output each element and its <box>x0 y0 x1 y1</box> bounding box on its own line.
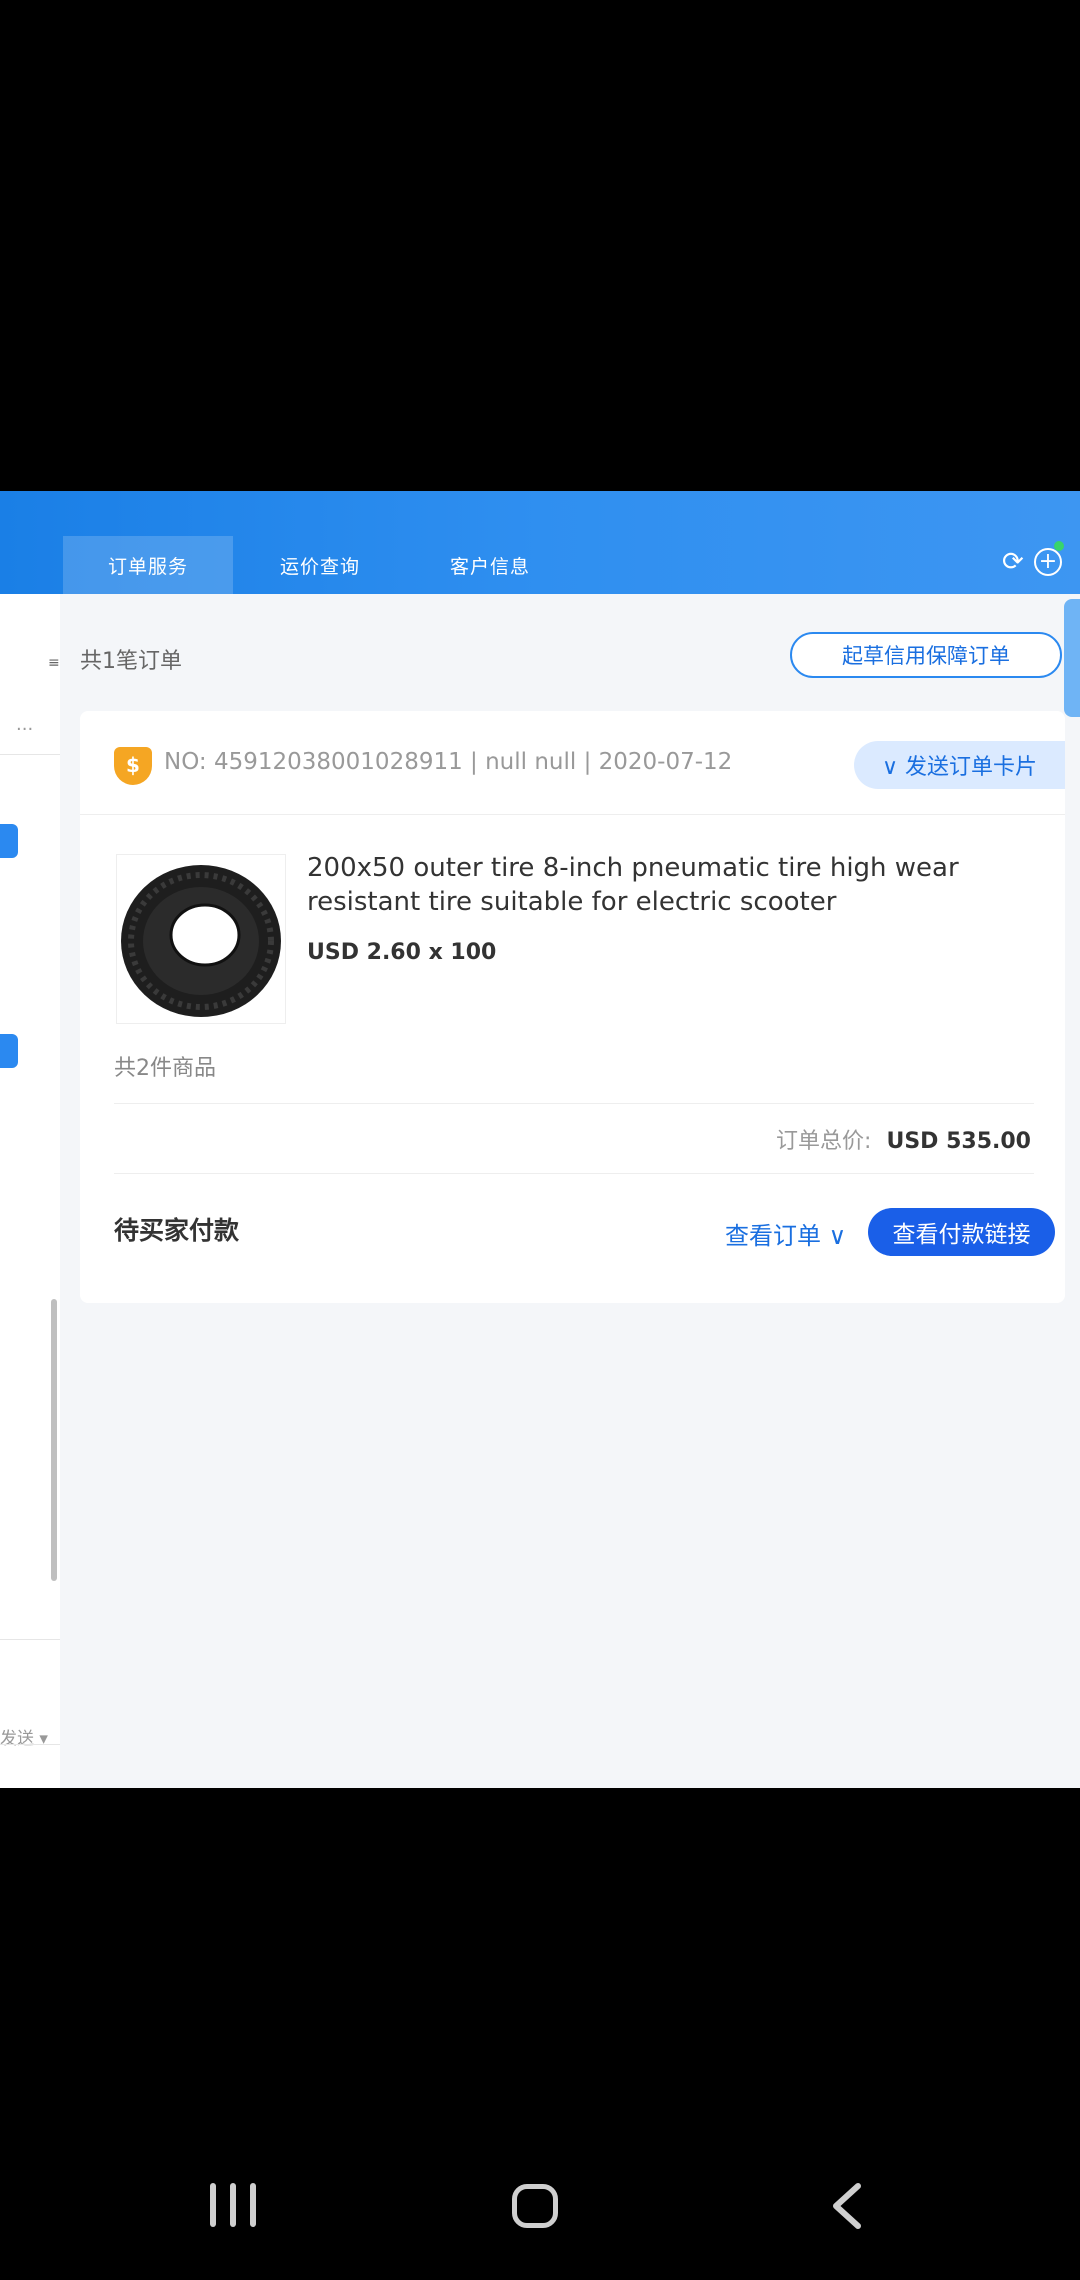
divider <box>114 1173 1034 1174</box>
notification-dot <box>1054 541 1064 551</box>
divider <box>0 1639 60 1640</box>
left-chat-panel: ··· 发送 ▾ 一 英 <box>0 594 60 1788</box>
order-meta: NO: 45912038001028911 | null null | 2020… <box>164 749 733 775</box>
message-badge[interactable] <box>0 824 18 858</box>
product-price: USD 2.60 x 100 <box>307 940 497 965</box>
order-total: 订单总价: USD 535.00 <box>776 1123 1031 1155</box>
tab-freight-query[interactable]: 运价查询 <box>235 536 405 594</box>
scrollbar-thumb[interactable] <box>1064 599 1080 717</box>
system-nav-bar <box>0 2150 1080 2280</box>
order-card: $ NO: 45912038001028911 | null null | 20… <box>80 711 1065 1303</box>
divider <box>0 754 60 755</box>
draft-credit-order-button[interactable]: 起草信用保障订单 <box>790 632 1062 678</box>
tab-customer-info[interactable]: 客户信息 <box>405 536 575 594</box>
filter-icon[interactable]: ≡ <box>48 655 60 671</box>
order-status: 待买家付款 <box>114 1216 240 1245</box>
tire-image <box>121 865 281 1017</box>
send-order-card-button[interactable]: ∨ 发送订单卡片 <box>854 741 1065 789</box>
menu-icon[interactable] <box>210 2183 256 2227</box>
total-value: USD 535.00 <box>886 1129 1031 1154</box>
home-icon[interactable] <box>512 2184 558 2228</box>
divider <box>80 814 1065 815</box>
item-count: 共2件商品 <box>114 1056 216 1081</box>
divider <box>0 1744 60 1745</box>
back-icon[interactable] <box>822 2178 872 2234</box>
refresh-icon[interactable]: ⟳ <box>1002 549 1028 575</box>
message-badge[interactable] <box>0 1034 18 1068</box>
more-icon[interactable]: ··· <box>16 719 33 740</box>
view-payment-link-button[interactable]: 查看付款链接 <box>868 1208 1055 1256</box>
app-screen: 订单服务 运价查询 客户信息 ⟳ + ··· 发送 ▾ 一 英 ≡ 共1笔订单 … <box>0 491 1080 1788</box>
total-label: 订单总价: <box>776 1129 872 1154</box>
order-count: 共1笔订单 <box>80 649 182 674</box>
tab-order-service[interactable]: 订单服务 <box>63 536 233 594</box>
send-dropdown[interactable]: 发送 ▾ <box>0 1724 48 1749</box>
view-order-link[interactable]: 查看订单 ∨ <box>725 1216 846 1251</box>
shield-coin-icon: $ <box>114 747 152 785</box>
divider <box>114 1103 1034 1104</box>
product-thumbnail[interactable] <box>116 854 286 1024</box>
add-circle-icon[interactable]: + <box>1034 548 1062 576</box>
top-tab-bar: 订单服务 运价查询 客户信息 ⟳ + <box>0 491 1080 594</box>
left-scrollbar[interactable] <box>51 1299 57 1581</box>
product-title[interactable]: 200x50 outer tire 8-inch pneumatic tire … <box>307 851 1007 919</box>
